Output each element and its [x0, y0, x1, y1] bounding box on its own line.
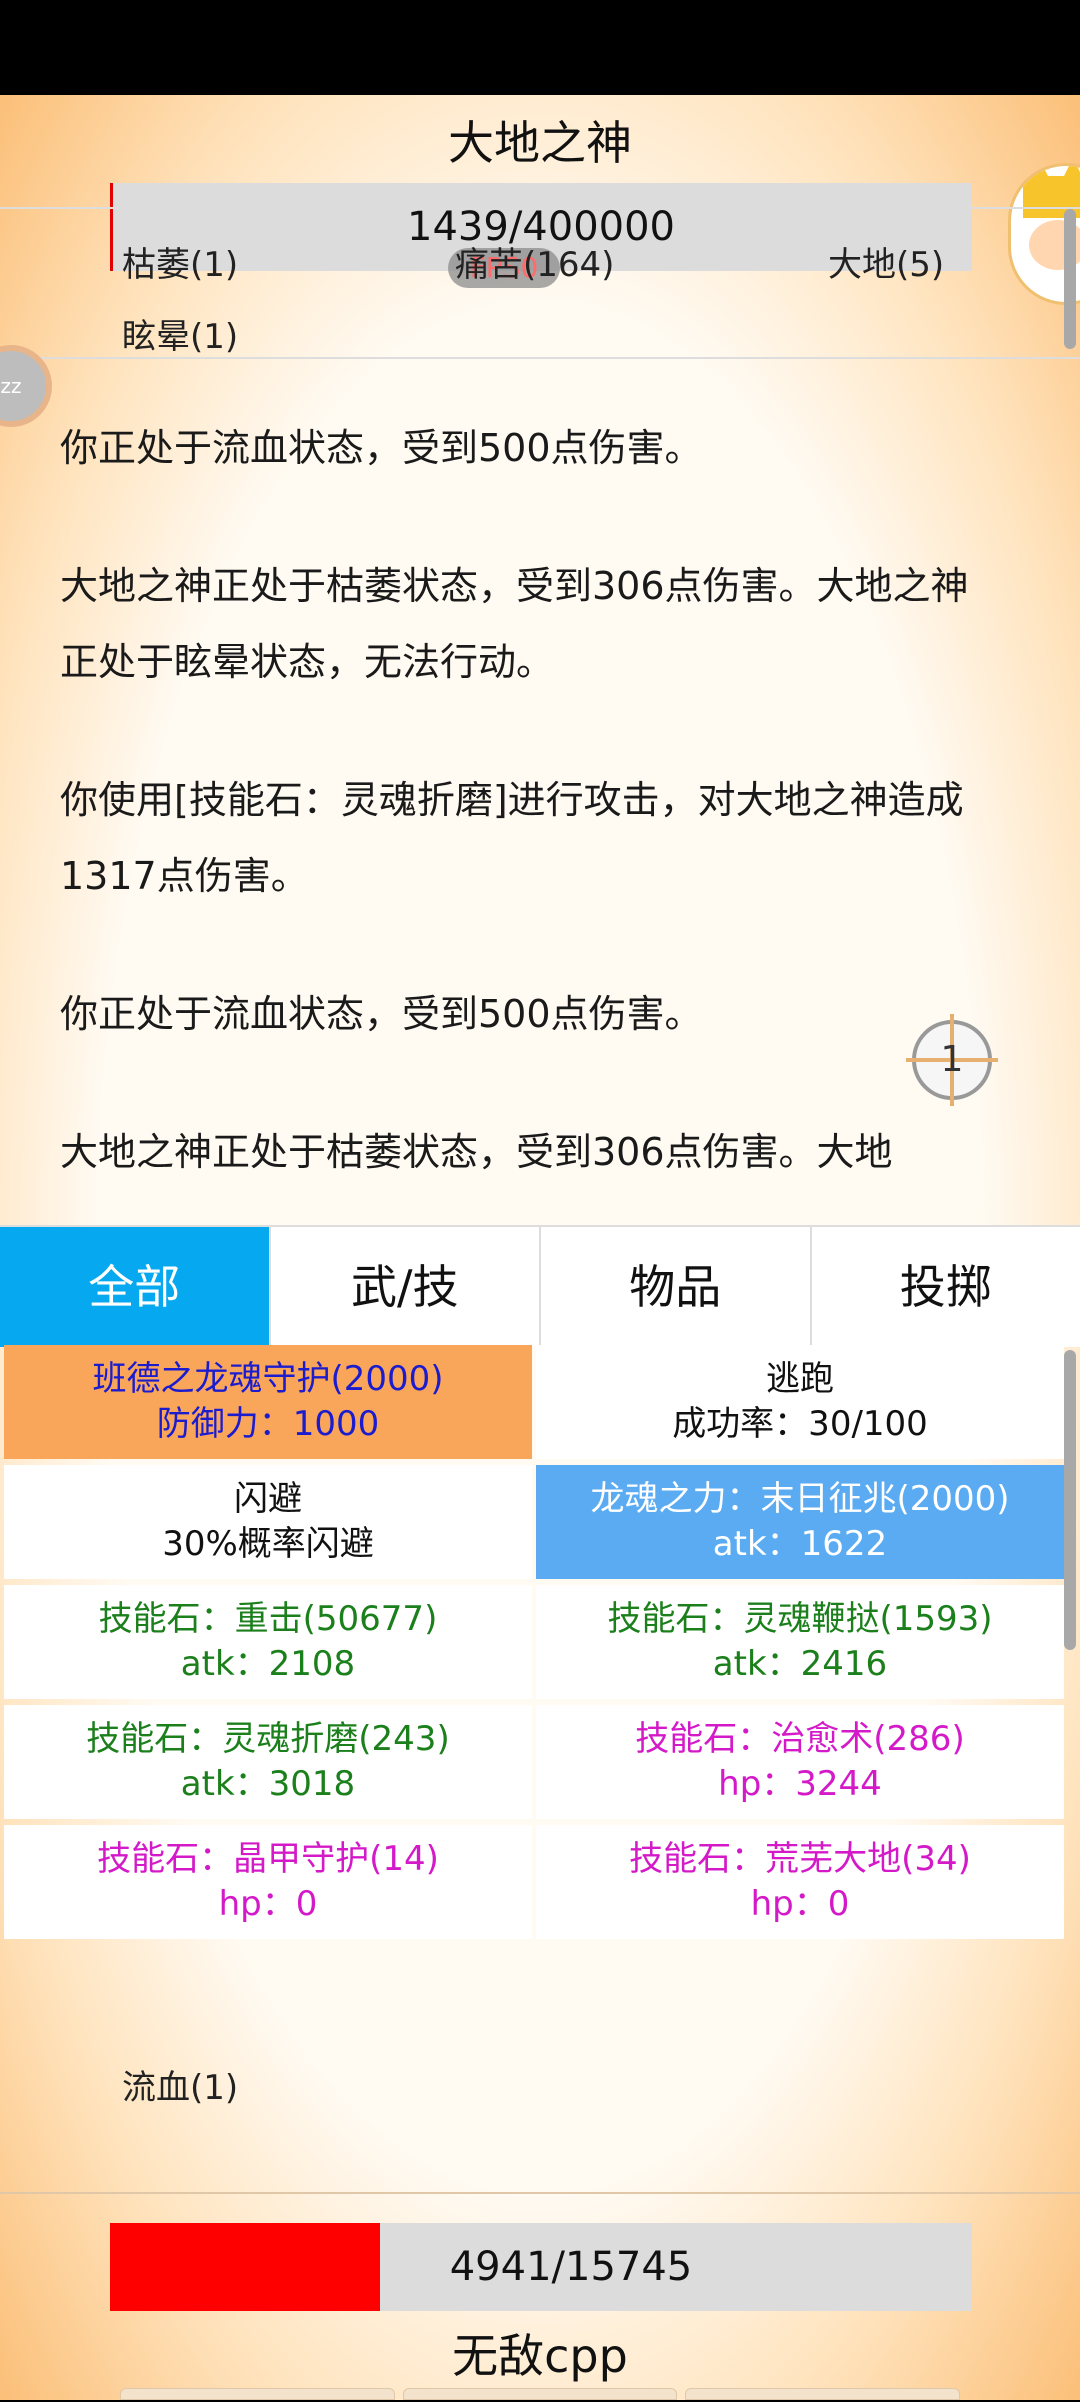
- skill-name: 闪避: [4, 1477, 532, 1522]
- skill-name: 技能石：重击(50677): [4, 1597, 532, 1642]
- skill-doom-omen[interactable]: 龙魂之力：末日征兆(2000) atk：1622: [536, 1465, 1064, 1579]
- skill-soul-lash[interactable]: 技能石：灵魂鞭挞(1593) atk：2416: [536, 1585, 1064, 1699]
- tab-martial-skills[interactable]: 武/技: [271, 1227, 542, 1347]
- skill-barren-earth[interactable]: 技能石：荒芜大地(34) hp：0: [536, 1825, 1064, 1939]
- status-pain: 痛苦(164): [455, 237, 614, 286]
- skill-heal[interactable]: 技能石：治愈术(286) hp：3244: [536, 1705, 1064, 1819]
- target-badge[interactable]: 1: [912, 1020, 992, 1100]
- skill-name: 技能石：荒芜大地(34): [536, 1837, 1064, 1882]
- player-hp-text: 4941/15745: [110, 2223, 972, 2311]
- skill-stat: hp：3244: [536, 1762, 1064, 1807]
- skill-name: 班德之龙魂守护(2000): [4, 1357, 532, 1402]
- boss-name: 大地之神: [0, 107, 1080, 173]
- status-scrollbar[interactable]: [1064, 209, 1076, 349]
- skill-soul-torment[interactable]: 技能石：灵魂折磨(243) atk：3018: [4, 1705, 532, 1819]
- bottom-tab[interactable]: [403, 2388, 678, 2400]
- skill-escape[interactable]: 逃跑 成功率：30/100: [536, 1345, 1064, 1459]
- badge-count: 1: [941, 1039, 964, 1080]
- bottom-tab[interactable]: [120, 2388, 395, 2400]
- skill-heavy-strike[interactable]: 技能石：重击(50677) atk：2108: [4, 1585, 532, 1699]
- skill-crystal-guard[interactable]: 技能石：晶甲守护(14) hp：0: [4, 1825, 532, 1939]
- skill-stat: 防御力：1000: [4, 1402, 532, 1447]
- log-entry: 你正处于流血状态，受到500点伤害。: [60, 976, 1000, 1052]
- bottom-tab[interactable]: [685, 2388, 960, 2400]
- player-status-bleed: 流血(1): [122, 2060, 238, 2109]
- skill-name: 技能石：灵魂鞭挞(1593): [536, 1597, 1064, 1642]
- skill-name: 技能石：灵魂折磨(243): [4, 1717, 532, 1762]
- bottom-tab-stubs: [120, 2388, 960, 2400]
- player-hp-bar: 4941/15745: [110, 2223, 972, 2311]
- status-wither: 枯萎(1): [122, 237, 238, 286]
- skill-stat: atk：2416: [536, 1642, 1064, 1687]
- battle-log: 你正处于流血状态，受到500点伤害。 大地之神正处于枯萎状态，受到306点伤害。…: [60, 410, 1000, 1252]
- log-entry: 你正处于流血状态，受到500点伤害。: [60, 410, 1000, 486]
- player-name: 无敌cpp: [0, 2320, 1080, 2386]
- log-entry: 大地之神正处于枯萎状态，受到306点伤害。大地之神正处于眩晕状态，无法行动。: [60, 548, 1000, 700]
- skill-stat: atk：1622: [536, 1522, 1064, 1567]
- tab-all[interactable]: 全部: [0, 1227, 271, 1347]
- skill-dragon-guard[interactable]: 班德之龙魂守护(2000) 防御力：1000: [4, 1345, 532, 1459]
- skill-stat: atk：3018: [4, 1762, 532, 1807]
- skill-scrollbar[interactable]: [1064, 1350, 1076, 1650]
- boss-status-list: 枯萎(1) 痛苦(164) 大地(5) 眩晕(1): [0, 207, 1080, 359]
- status-stun: 眩晕(1): [122, 309, 238, 358]
- status-earth: 大地(5): [828, 237, 944, 286]
- skill-stat: 成功率：30/100: [536, 1402, 1064, 1447]
- skill-stat: hp：0: [4, 1882, 532, 1927]
- sleep-icon: zz: [1, 374, 22, 398]
- log-entry: 你使用[技能石：灵魂折磨]进行攻击，对大地之神造成1317点伤害。: [60, 762, 1000, 914]
- skill-name: 逃跑: [536, 1357, 1064, 1402]
- log-entry: 大地之神正处于枯萎状态，受到306点伤害。大地: [60, 1114, 1000, 1190]
- skill-stat: atk：2108: [4, 1642, 532, 1687]
- skill-stat: hp：0: [536, 1882, 1064, 1927]
- skill-stat: 30%概率闪避: [4, 1522, 532, 1567]
- skill-name: 技能石：治愈术(286): [536, 1717, 1064, 1762]
- skill-dodge[interactable]: 闪避 30%概率闪避: [4, 1465, 532, 1579]
- tab-throw[interactable]: 投掷: [812, 1227, 1080, 1347]
- skill-name: 龙魂之力：末日征兆(2000): [536, 1477, 1064, 1522]
- tab-items[interactable]: 物品: [541, 1227, 812, 1347]
- action-tabs: 全部 武/技 物品 投掷: [0, 1225, 1080, 1347]
- skill-name: 技能石：晶甲守护(14): [4, 1837, 532, 1882]
